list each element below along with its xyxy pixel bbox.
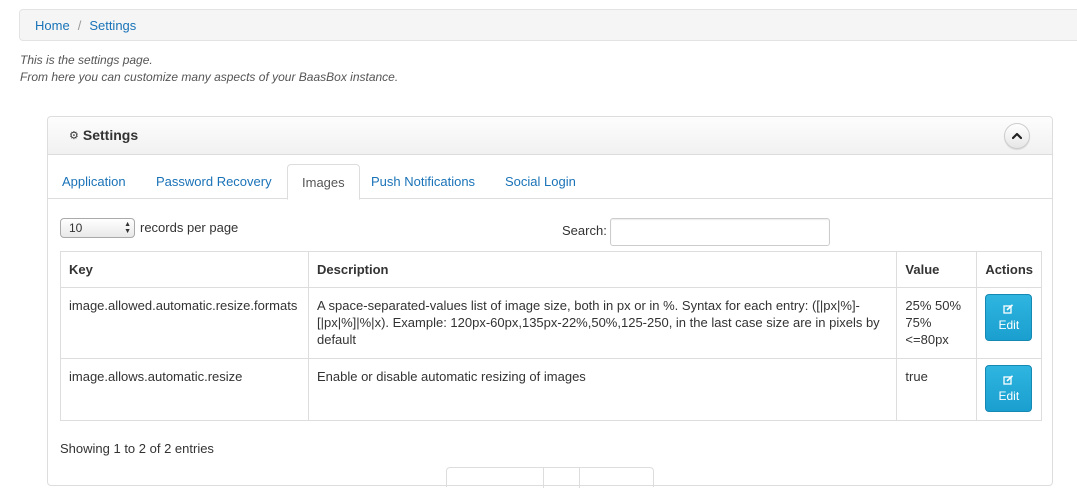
table-info: Showing 1 to 2 of 2 entries bbox=[60, 441, 214, 456]
edit-button[interactable]: Edit bbox=[985, 294, 1033, 341]
collapse-button[interactable] bbox=[1004, 123, 1030, 149]
settings-tabs: Application Password Recovery Images Pus… bbox=[48, 164, 1052, 200]
table-header-row: Key Description Value Actions bbox=[60, 251, 1042, 288]
pagination-page[interactable] bbox=[543, 468, 580, 488]
breadcrumb-separator: / bbox=[77, 17, 82, 33]
cell-actions: Edit bbox=[976, 287, 1042, 359]
header-actions: Actions bbox=[976, 251, 1042, 288]
intro-line-2: From here you can customize many aspects… bbox=[20, 70, 399, 84]
cell-actions: Edit bbox=[976, 358, 1042, 421]
edit-button-label: Edit bbox=[998, 317, 1020, 332]
table-row: image.allows.automatic.resize Enable or … bbox=[60, 358, 1042, 421]
cell-value: true bbox=[896, 358, 978, 421]
page-intro: This is the settings page. From here you… bbox=[20, 52, 398, 86]
breadcrumb-home-link[interactable]: Home bbox=[35, 18, 70, 33]
page-length-select[interactable]: 10 ▲ ▼ bbox=[60, 218, 135, 238]
cell-value: 25% 50% 75% <=80px bbox=[896, 287, 978, 359]
gear-icon: ⚙ bbox=[69, 130, 79, 142]
pagination bbox=[446, 467, 654, 488]
breadcrumb: Home / Settings bbox=[19, 9, 1077, 41]
header-value[interactable]: Value bbox=[896, 251, 978, 288]
page-length-label: records per page bbox=[140, 220, 239, 235]
search-label: Search: bbox=[562, 223, 607, 238]
search-input[interactable] bbox=[610, 218, 830, 246]
page-length-value: 10 bbox=[69, 221, 83, 235]
cell-description: A space-separated-values list of image s… bbox=[307, 287, 898, 359]
settings-box-title: ⚙ Settings bbox=[69, 127, 138, 143]
settings-box: ⚙ Settings Application Password Recovery … bbox=[47, 116, 1053, 488]
settings-table: Key Description Value Actions image.allo… bbox=[60, 251, 1042, 421]
edit-button[interactable]: Edit bbox=[985, 365, 1033, 412]
header-description[interactable]: Description bbox=[307, 251, 898, 288]
chevron-up-icon bbox=[1012, 132, 1022, 140]
tab-social-login[interactable]: Social Login bbox=[491, 164, 590, 199]
cell-description: Enable or disable automatic resizing of … bbox=[307, 358, 898, 421]
edit-button-label: Edit bbox=[998, 388, 1020, 403]
edit-icon bbox=[1003, 303, 1014, 314]
tab-push-notifications[interactable]: Push Notifications bbox=[357, 164, 489, 199]
tab-password-recovery[interactable]: Password Recovery bbox=[142, 164, 286, 199]
cell-key: image.allowed.automatic.resize.formats bbox=[60, 287, 309, 359]
table-row: image.allowed.automatic.resize.formats A… bbox=[60, 287, 1042, 359]
header-key[interactable]: Key bbox=[60, 251, 309, 288]
select-arrows-icon: ▲ ▼ bbox=[124, 221, 131, 235]
tab-images[interactable]: Images bbox=[287, 164, 360, 200]
edit-icon bbox=[1003, 374, 1014, 385]
cell-key: image.allows.automatic.resize bbox=[60, 358, 309, 421]
tab-application[interactable]: Application bbox=[48, 164, 140, 199]
settings-box-header: ⚙ Settings bbox=[48, 117, 1052, 155]
intro-line-1: This is the settings page. bbox=[20, 53, 153, 67]
breadcrumb-settings-link[interactable]: Settings bbox=[89, 18, 136, 33]
settings-title-text: Settings bbox=[82, 127, 139, 143]
